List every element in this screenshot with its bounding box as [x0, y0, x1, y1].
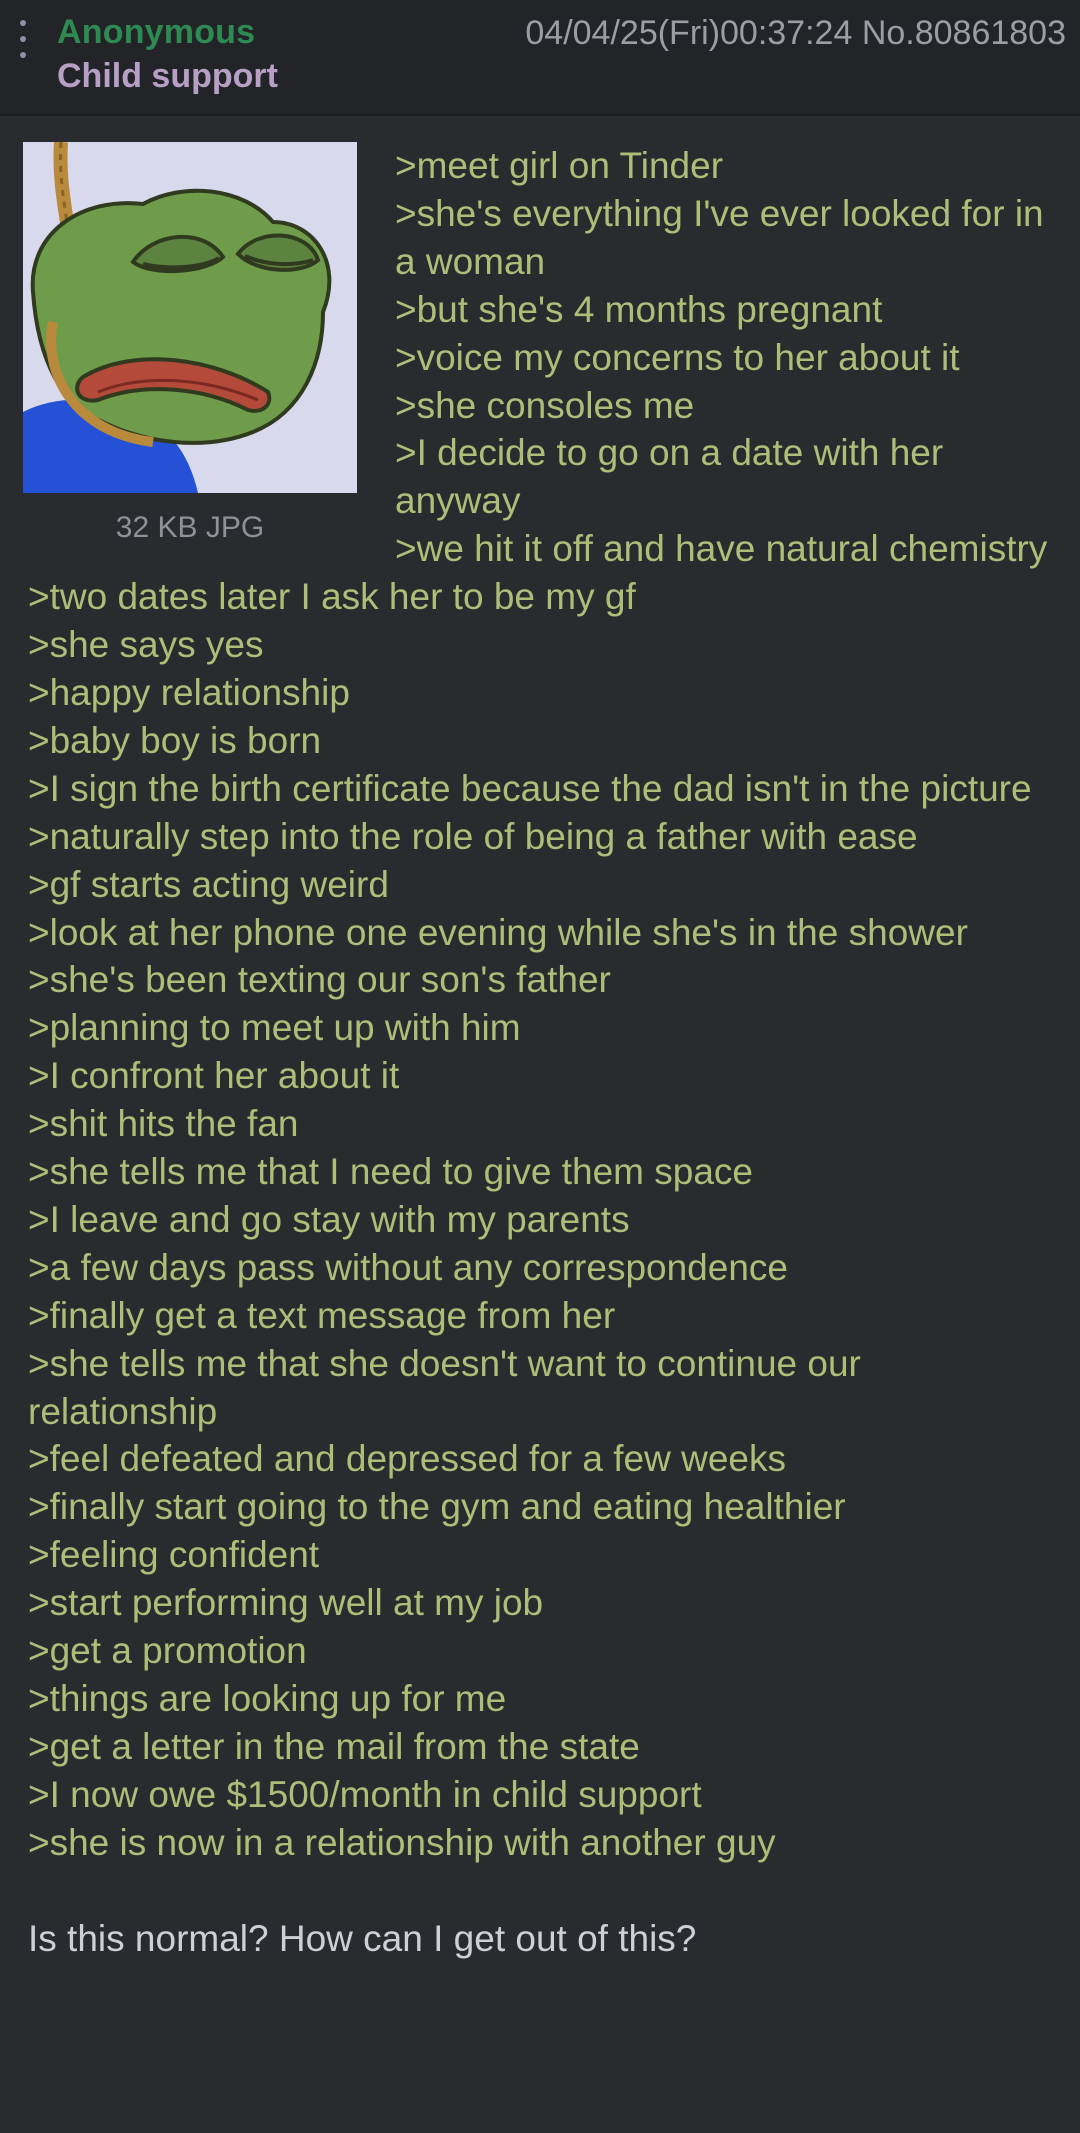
- greentext-line: >look at her phone one evening while she…: [28, 911, 968, 953]
- greentext-line: >two dates later I ask her to be my gf: [28, 576, 636, 618]
- greentext-line: >get a letter in the mail from the state: [28, 1725, 640, 1767]
- file-info: 32 KB JPG: [115, 511, 265, 544]
- greentext-line: >planning to meet up with him: [28, 1007, 521, 1049]
- greentext-line: >naturally step into the role of being a…: [28, 815, 918, 857]
- greentext-line: >feel defeated and depressed for a few w…: [28, 1438, 786, 1480]
- greentext-line: >she says yes: [28, 624, 264, 666]
- greentext-line: >feeling confident: [28, 1534, 320, 1576]
- greentext-line: >finally get a text message from her: [28, 1294, 616, 1336]
- greentext-line: >I now owe $1500/month in child support: [28, 1773, 702, 1815]
- greentext-line: >shit hits the fan: [28, 1103, 299, 1145]
- greentext-line: >things are looking up for me: [28, 1678, 507, 1719]
- poster-name: Anonymous: [57, 13, 256, 51]
- greentext-line: >I sign the birth certificate because th…: [28, 767, 1032, 809]
- attachment[interactable]: 32 KB JPG: [23, 142, 357, 545]
- closing-question: Is this normal? How can I get out of thi…: [28, 1917, 697, 1959]
- dot: [20, 52, 26, 58]
- greentext-line: >gf starts acting weird: [28, 863, 389, 905]
- greentext-line: >get a promotion: [28, 1630, 307, 1672]
- post-number[interactable]: No.80861803: [862, 14, 1066, 52]
- greentext-line: >she tells me that she doesn't want to c…: [28, 1342, 861, 1432]
- sad-frog-noose-thumbnail-icon[interactable]: [23, 142, 357, 493]
- greentext-line: >she's been texting our son's father: [28, 959, 611, 1001]
- greentext-line: >I leave and go stay with my parents: [28, 1198, 630, 1240]
- greentext-line: >she tells me that I need to give them s…: [28, 1151, 754, 1193]
- greentext-line: >she is now in a relationship with anoth…: [28, 1821, 776, 1863]
- post-subject: Child support: [57, 57, 278, 95]
- greentext-line: >happy relationship: [28, 671, 350, 713]
- post-datetime: 04/04/25(Fri)00:37:24: [525, 14, 853, 52]
- greentext-line: >a few days pass without any corresponde…: [28, 1246, 788, 1288]
- post-body: 32 KB JPG >meet girl on Tinder >she's ev…: [0, 116, 1080, 1963]
- greentext-line: >finally start going to the gym and eati…: [28, 1486, 846, 1528]
- more-options-icon[interactable]: [18, 20, 28, 58]
- greentext-line: >start performing well at my job: [28, 1582, 544, 1624]
- dot: [20, 20, 26, 26]
- greentext-line: >baby boy is born: [28, 719, 322, 761]
- dot: [20, 36, 26, 42]
- post-header: Anonymous Child support 04/04/25(Fri)00:…: [0, 0, 1080, 116]
- post-meta: 04/04/25(Fri)00:37:24 No.80861803: [525, 14, 1066, 53]
- greentext-line: >I confront her about it: [28, 1055, 400, 1097]
